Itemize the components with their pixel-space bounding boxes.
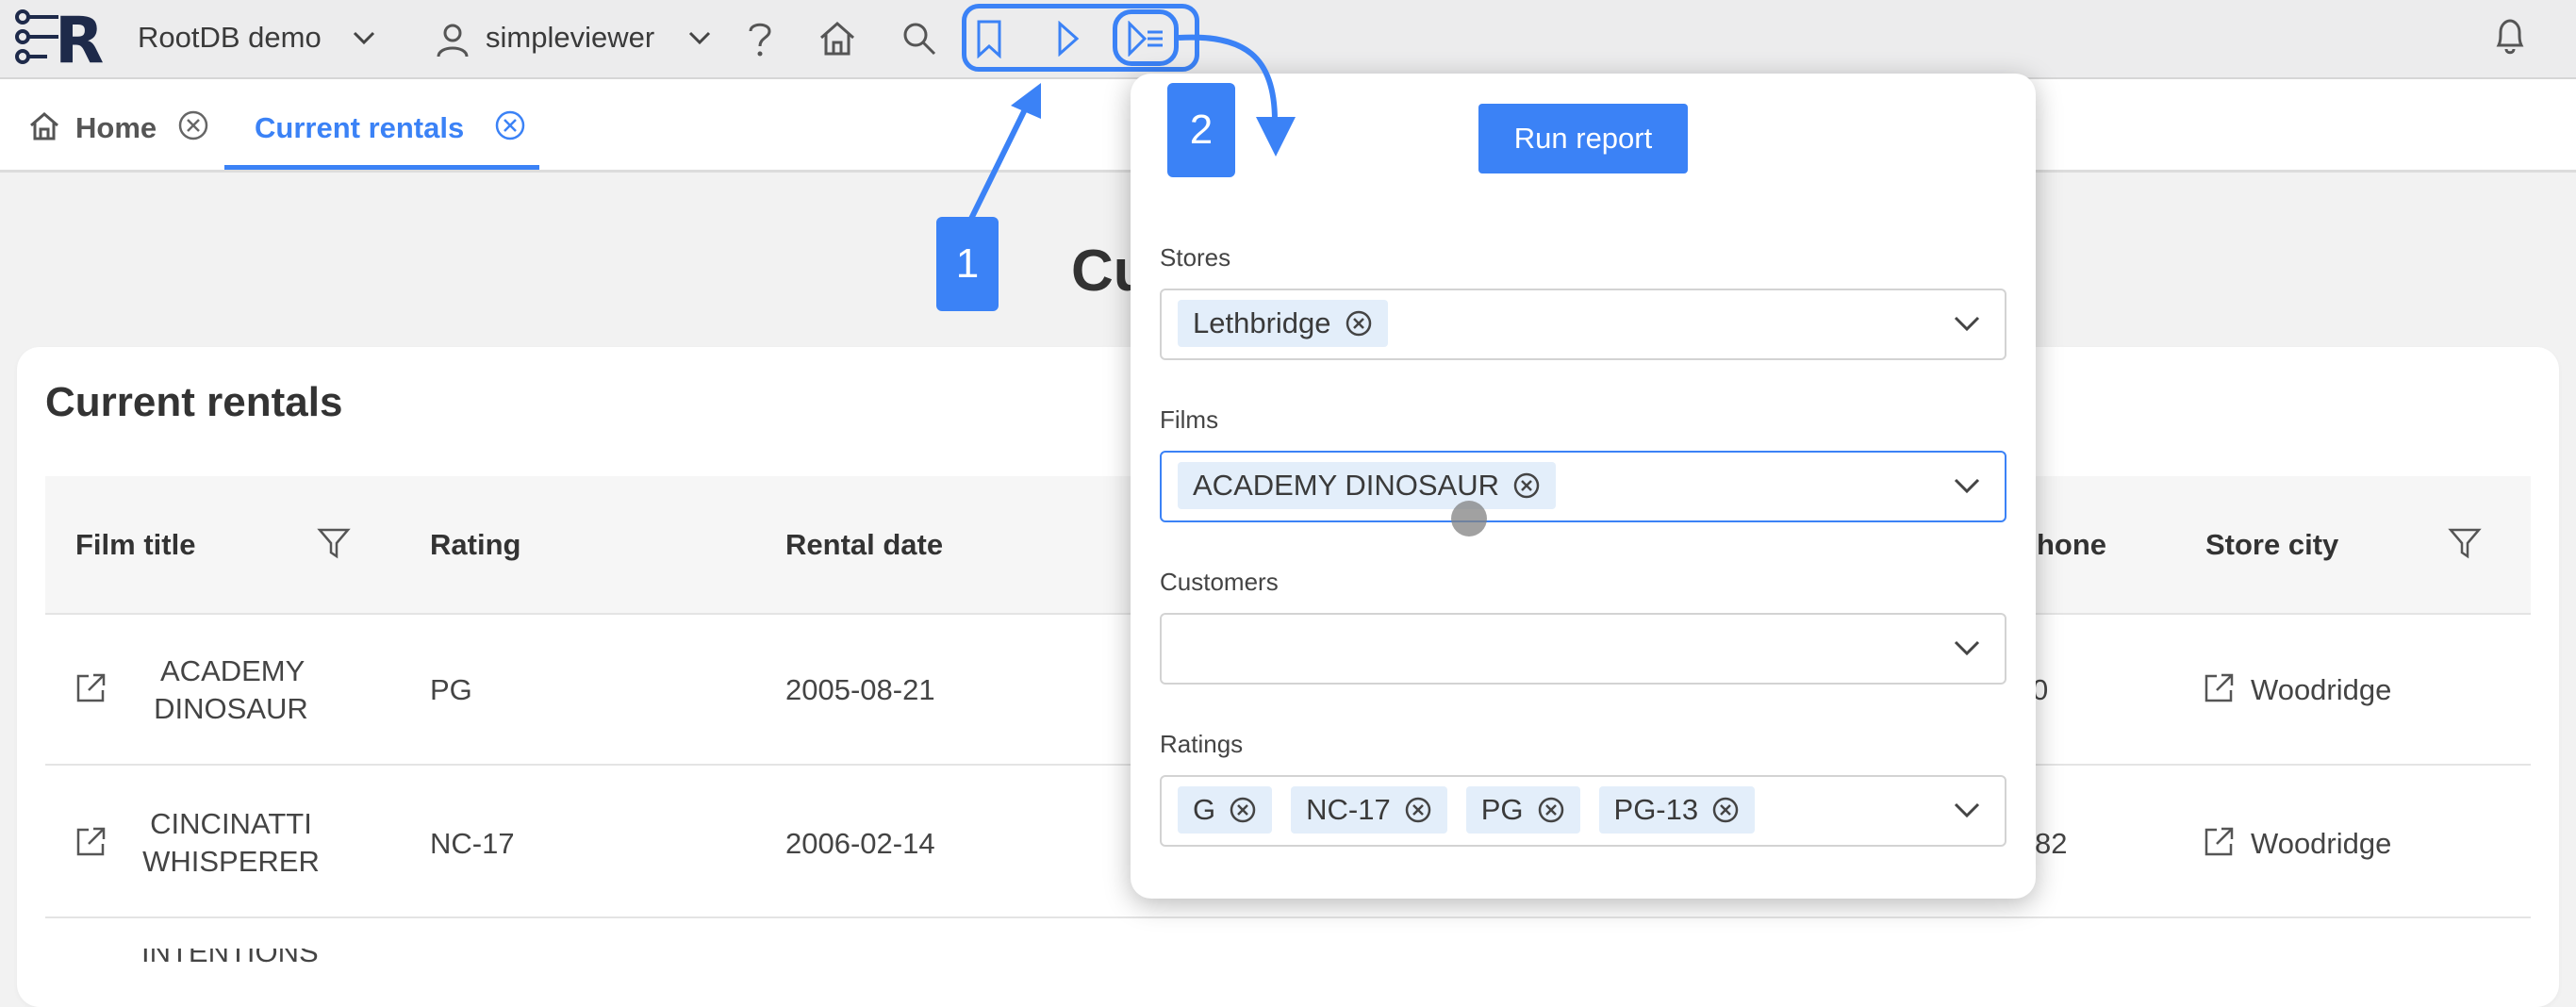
- active-tab-indicator: [224, 165, 539, 170]
- close-circle-icon[interactable]: [1512, 471, 1541, 500]
- column-header-rental-date: Rental date: [785, 528, 944, 561]
- chevron-down-icon[interactable]: [688, 30, 711, 45]
- film-title-line1: INTENTIONS: [141, 949, 319, 968]
- row-divider: [45, 916, 2531, 918]
- ratings-chips: G NC-17 PG PG-13: [1178, 786, 1756, 834]
- rating-cell: PG: [430, 673, 472, 706]
- play-filter-icon[interactable]: [1127, 21, 1166, 57]
- rating-cell: NC-17: [430, 827, 515, 860]
- help-icon[interactable]: [747, 21, 773, 58]
- chevron-down-icon[interactable]: [1953, 638, 1981, 657]
- close-circle-icon[interactable]: [494, 109, 526, 141]
- external-link-icon[interactable]: [74, 825, 107, 859]
- chip-label: PG-13: [1613, 793, 1699, 826]
- chip-label: PG: [1480, 793, 1524, 826]
- svg-text:R: R: [55, 6, 104, 68]
- external-link-icon[interactable]: [2202, 671, 2236, 705]
- store-chip: Lethbridge: [1178, 300, 1388, 347]
- annotation-step-1: 1: [936, 217, 999, 311]
- column-header-film-title: Film title: [75, 528, 196, 561]
- rating-chip: PG-13: [1598, 786, 1756, 834]
- chevron-down-icon[interactable]: [1953, 476, 1981, 495]
- chevron-down-icon[interactable]: [353, 30, 375, 45]
- external-link-icon[interactable]: [74, 671, 107, 705]
- home-icon[interactable]: [818, 21, 856, 57]
- user-menu[interactable]: simpleviewer: [486, 21, 654, 55]
- store-city-cell: Woodridge: [2251, 673, 2392, 706]
- user-icon: [437, 24, 469, 58]
- films-label: Films: [1160, 405, 1219, 434]
- chevron-down-icon[interactable]: [1953, 801, 1981, 819]
- run-report-button[interactable]: Run report: [1478, 104, 1688, 173]
- filter-icon[interactable]: [2448, 526, 2482, 560]
- close-circle-icon[interactable]: [1537, 796, 1565, 824]
- film-title-line2: DINOSAUR: [154, 692, 308, 725]
- column-header-phone: hone: [2037, 528, 2107, 561]
- app-name[interactable]: RootDB demo: [138, 21, 322, 55]
- close-circle-icon[interactable]: [1404, 796, 1432, 824]
- rating-chip: NC-17: [1291, 786, 1447, 834]
- customers-label: Customers: [1160, 568, 1279, 596]
- film-title-line2: WHISPERER: [142, 845, 320, 878]
- rental-date-cell: 2005-08-21: [785, 673, 935, 706]
- column-header-store-city: Store city: [2205, 528, 2339, 561]
- chip-label: NC-17: [1306, 793, 1391, 826]
- tab-current-rentals[interactable]: Current rentals: [255, 111, 464, 145]
- card-title: Current rentals: [45, 379, 343, 425]
- bookmark-icon[interactable]: [975, 19, 1003, 58]
- column-header-rating: Rating: [430, 528, 521, 561]
- film-chip: ACADEMY DINOSAUR: [1178, 462, 1556, 509]
- chip-label: ACADEMY DINOSAUR: [1193, 469, 1499, 502]
- home-icon: [30, 112, 58, 140]
- chevron-down-icon[interactable]: [1953, 314, 1981, 333]
- search-icon[interactable]: [901, 21, 937, 57]
- close-circle-icon[interactable]: [1345, 309, 1373, 338]
- film-title-line1: ACADEMY: [160, 654, 305, 687]
- play-icon[interactable]: [1056, 21, 1081, 57]
- customers-select[interactable]: [1160, 613, 2006, 685]
- bell-icon[interactable]: [2493, 17, 2527, 57]
- chip-label: Lethbridge: [1193, 306, 1331, 339]
- external-link-icon[interactable]: [2202, 825, 2236, 859]
- close-circle-icon[interactable]: [1229, 796, 1257, 824]
- phone-cell: 82: [2035, 827, 2068, 860]
- rating-chip: PG: [1465, 786, 1580, 834]
- rating-chip: G: [1178, 786, 1273, 834]
- filter-icon[interactable]: [317, 526, 351, 560]
- film-title-clipped: INTENTIONS: [132, 949, 339, 970]
- cursor-indicator: [1451, 501, 1487, 537]
- logo-icon[interactable]: R: [13, 6, 113, 68]
- annotation-step-2: 2: [1167, 83, 1235, 177]
- store-city-cell: Woodridge: [2251, 827, 2392, 860]
- rental-date-cell: 2006-02-14: [785, 827, 935, 860]
- stores-label: Stores: [1160, 243, 1231, 272]
- top-bar: [0, 0, 2576, 79]
- ratings-label: Ratings: [1160, 730, 1244, 758]
- chip-label: G: [1193, 793, 1216, 826]
- close-circle-icon[interactable]: [1711, 796, 1740, 824]
- tab-home[interactable]: Home: [75, 111, 157, 145]
- film-title-line1: CINCINATTI: [150, 807, 312, 840]
- close-circle-icon[interactable]: [177, 109, 209, 141]
